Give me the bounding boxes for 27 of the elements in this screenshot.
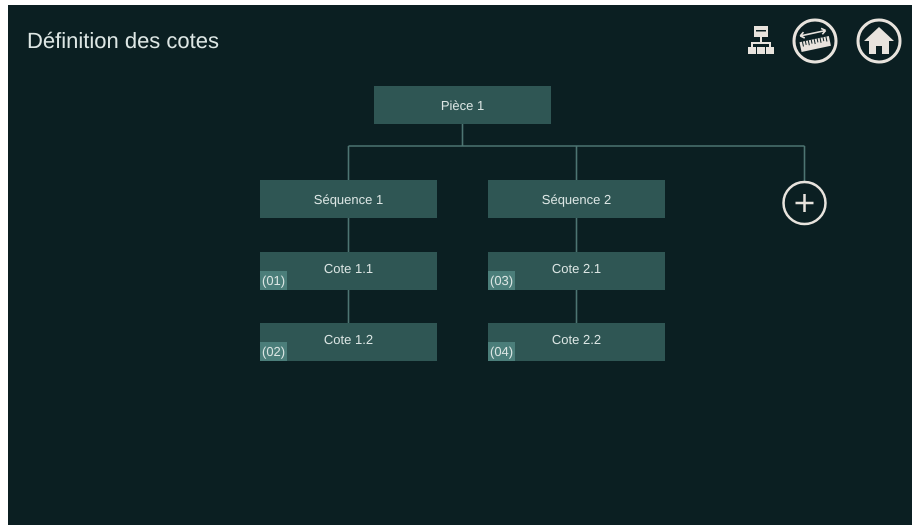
node-box[interactable]: Cote 1.1 (01) [260,252,437,290]
connector-line [348,218,350,252]
node-number: (01) [260,271,288,290]
node-number: (02) [260,342,288,361]
node-label: Cote 1.2 [324,332,374,346]
hierarchy-icon[interactable] [748,26,774,56]
node-label: Pièce 1 [440,98,484,112]
screen-title: Définition des cotes [27,28,220,54]
connector-line [576,218,578,252]
node-box[interactable]: Cote 1.2 (02) [260,323,437,361]
node-label: Séquence 2 [542,192,612,206]
add-icon[interactable] [782,180,827,226]
ruler-icon[interactable] [792,18,838,64]
node-box[interactable]: Séquence 2 [488,180,665,218]
node-box[interactable]: Cote 2.1 (03) [488,252,665,290]
connector-line [348,290,350,323]
node-label: Cote 2.1 [552,260,602,276]
connector-line [576,290,578,323]
node-box[interactable]: Pièce 1 [374,86,551,124]
node-label: Cote 1.1 [324,260,374,276]
node-box[interactable]: Cote 2.2 (04) [488,323,665,361]
node-label: Cote 2.2 [552,332,602,346]
home-icon[interactable] [856,18,902,64]
node-number: (04) [488,342,516,361]
node-number: (03) [488,271,516,290]
node-box[interactable]: Séquence 1 [260,180,437,218]
node-label: Séquence 1 [314,192,384,206]
